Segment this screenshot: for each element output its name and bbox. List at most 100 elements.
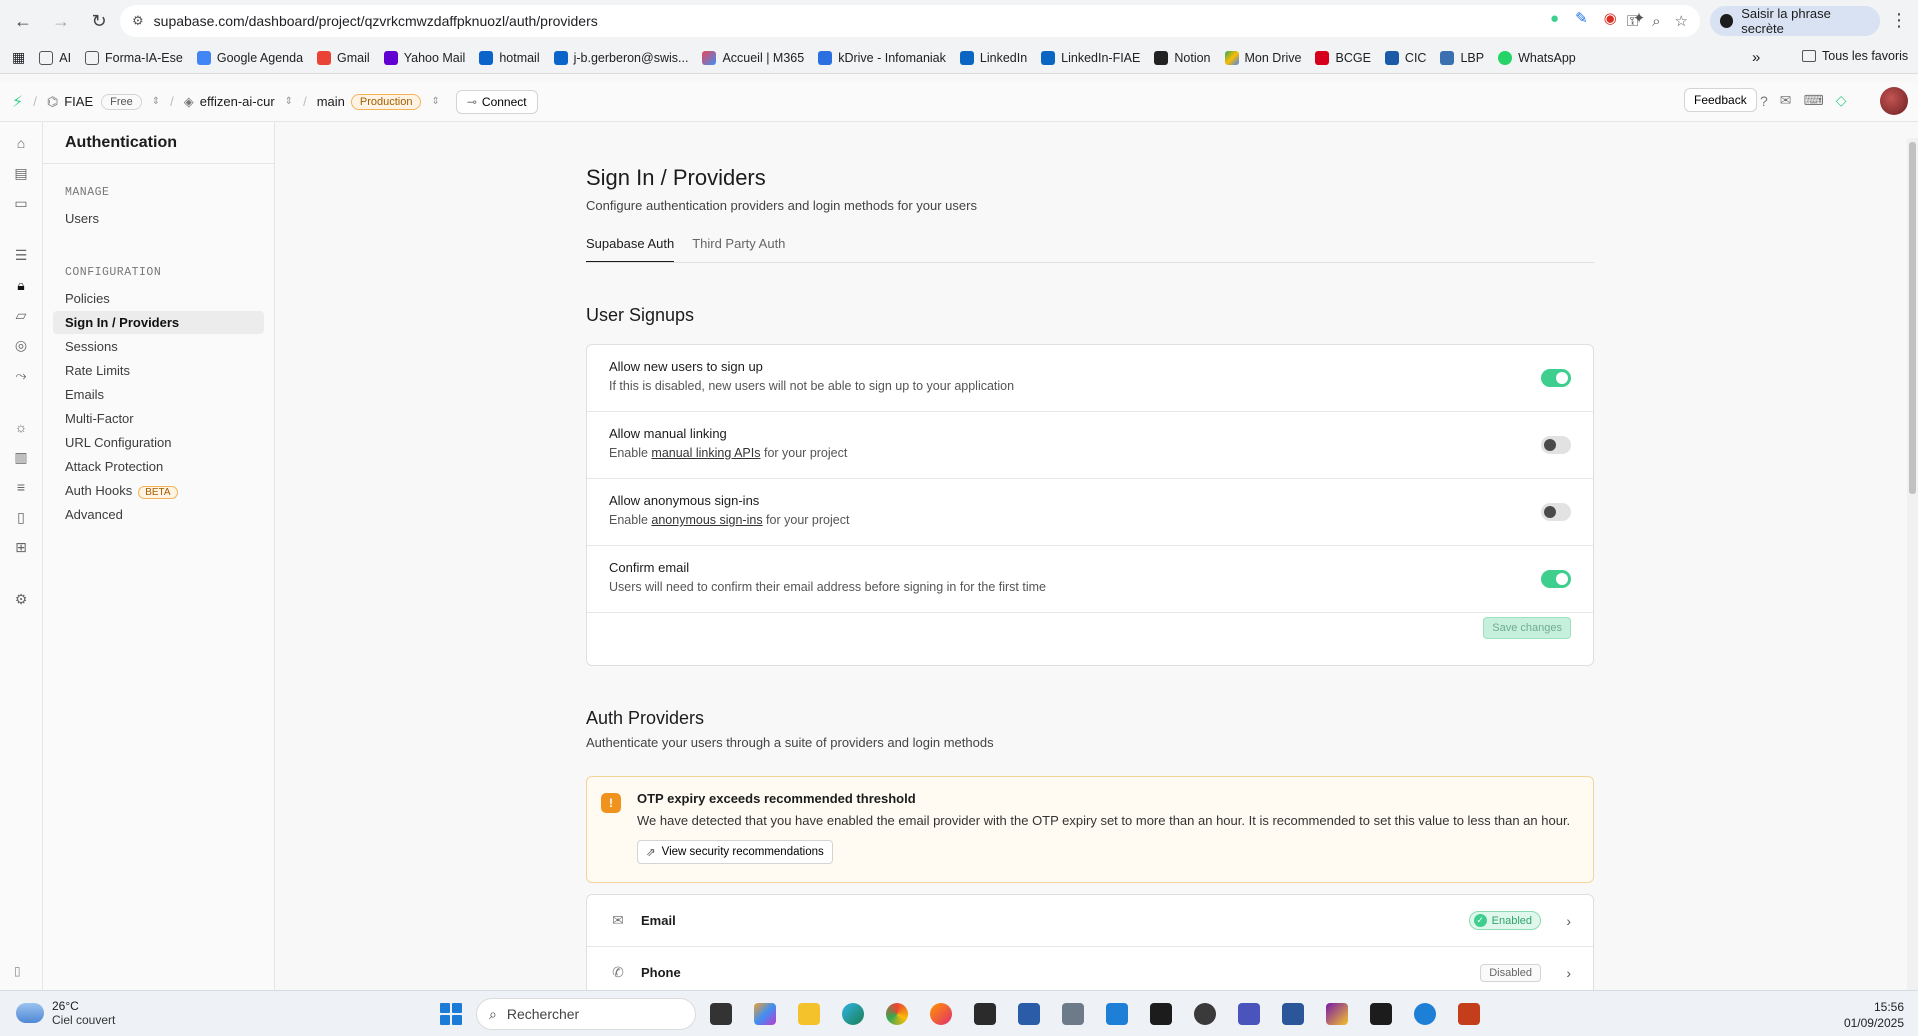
bookmark-item[interactable]: hotmail bbox=[479, 50, 540, 65]
onenote-icon[interactable] bbox=[1326, 1003, 1348, 1025]
bookmark-item[interactable]: Notion bbox=[1154, 50, 1211, 65]
bookmark-star-icon[interactable]: ☆ bbox=[1675, 12, 1688, 30]
sidebar-item-policies[interactable]: Policies bbox=[43, 287, 264, 310]
word-icon[interactable] bbox=[1282, 1003, 1304, 1025]
page-scrollbar[interactable] bbox=[1907, 138, 1918, 990]
manual-linking-toggle[interactable] bbox=[1541, 436, 1571, 454]
supabase-logo-icon[interactable]: ⚡ bbox=[12, 92, 23, 112]
settings-icon[interactable]: ⚙ bbox=[12, 590, 30, 608]
realtime-icon[interactable]: ⤳ bbox=[12, 366, 30, 384]
storage-icon[interactable]: ▱ bbox=[12, 306, 30, 324]
auth-icon[interactable]: 🔒︎ bbox=[12, 276, 30, 294]
firefox-icon[interactable] bbox=[930, 1003, 952, 1025]
more-bookmarks-icon[interactable]: » bbox=[1752, 49, 1760, 66]
assistant-icon[interactable]: ◇ bbox=[1836, 92, 1847, 109]
collapse-sidebar-icon[interactable]: ▯ bbox=[14, 964, 21, 978]
snipping-tool-icon[interactable] bbox=[1106, 1003, 1128, 1025]
inbox-icon[interactable]: ✉ bbox=[1780, 92, 1792, 109]
bookmark-item[interactable]: CIC bbox=[1384, 50, 1426, 65]
branch-switch-icon[interactable]: ⇕ bbox=[431, 96, 439, 107]
sidebar-item-rate-limits[interactable]: Rate Limits bbox=[43, 359, 264, 382]
url-text[interactable]: supabase.com/dashboard/project/qzvrkcmwz… bbox=[154, 13, 1627, 29]
task-view-icon[interactable] bbox=[710, 1003, 732, 1025]
allow-signup-toggle[interactable] bbox=[1541, 369, 1571, 387]
manual-linking-link[interactable]: manual linking APIs bbox=[651, 446, 760, 460]
extension-pen-icon[interactable]: ✎ bbox=[1575, 9, 1588, 27]
powershell-icon[interactable] bbox=[1018, 1003, 1040, 1025]
anonymous-signins-link[interactable]: anonymous sign-ins bbox=[651, 513, 762, 527]
bookmark-item[interactable]: Yahoo Mail bbox=[383, 50, 465, 65]
address-bar[interactable]: ⚙ supabase.com/dashboard/project/qzvrkcm… bbox=[120, 5, 1700, 37]
database-icon[interactable]: ☰ bbox=[12, 246, 30, 264]
bookmark-item[interactable]: Accueil | M365 bbox=[702, 50, 804, 65]
bookmark-item[interactable]: j-b.gerberon@swis... bbox=[553, 50, 688, 65]
project-name[interactable]: effizen-ai-cur bbox=[200, 94, 275, 109]
avatar[interactable] bbox=[1880, 87, 1908, 115]
sidebar-item-sign-in-providers[interactable]: Sign In / Providers bbox=[53, 311, 264, 334]
bookmark-item[interactable]: WhatsApp bbox=[1498, 50, 1576, 65]
bookmark-item[interactable]: Mon Drive bbox=[1224, 50, 1301, 65]
connect-button[interactable]: ⊸ Connect bbox=[455, 89, 538, 114]
terminal-icon[interactable]: ⌨ bbox=[1804, 92, 1824, 109]
sql-editor-icon[interactable]: ▭ bbox=[12, 194, 30, 212]
anonymous-signins-toggle[interactable] bbox=[1541, 503, 1571, 521]
terminal-app-icon[interactable] bbox=[974, 1003, 996, 1025]
sidebar-item-url-configuration[interactable]: URL Configuration bbox=[43, 431, 264, 454]
reload-icon[interactable]: ↻ bbox=[86, 8, 112, 34]
system-clock[interactable]: 15:56 01/09/2025 bbox=[1834, 999, 1904, 1031]
home-icon[interactable]: ⌂ bbox=[12, 134, 30, 152]
powerpoint-icon[interactable] bbox=[1458, 1003, 1480, 1025]
sidebar-item-advanced[interactable]: Advanced bbox=[43, 503, 264, 526]
sidebar-item-sessions[interactable]: Sessions bbox=[43, 335, 264, 358]
bookmark-item[interactable]: AI bbox=[39, 50, 71, 65]
extensions-puzzle-icon[interactable]: ✦ bbox=[1633, 9, 1646, 27]
tab-third-party-auth[interactable]: Third Party Auth bbox=[692, 234, 785, 262]
all-bookmarks-button[interactable]: Tous les favoris bbox=[1802, 49, 1908, 63]
bookmark-item[interactable]: LBP bbox=[1440, 50, 1484, 65]
weather-widget[interactable]: 26°C Ciel couvert bbox=[16, 999, 115, 1027]
bookmark-item[interactable]: LinkedIn bbox=[959, 50, 1027, 65]
bookmark-item[interactable]: Forma-IA-Ese bbox=[85, 50, 183, 65]
copilot-icon[interactable] bbox=[754, 1003, 776, 1025]
browser-menu-icon[interactable]: ⋮ bbox=[1890, 10, 1908, 31]
teams-icon[interactable] bbox=[1238, 1003, 1260, 1025]
back-icon[interactable]: ← bbox=[10, 8, 36, 34]
logs-icon[interactable]: ≡ bbox=[12, 478, 30, 496]
branch-name[interactable]: main bbox=[317, 94, 345, 109]
windows-start-icon[interactable] bbox=[440, 1003, 462, 1025]
sidebar-item-users[interactable]: Users bbox=[43, 207, 264, 230]
chevron-right-icon[interactable]: › bbox=[1566, 965, 1571, 981]
sidebar-item-auth-hooks[interactable]: Auth Hooks BETA bbox=[43, 479, 264, 502]
help-icon[interactable]: ? bbox=[1760, 92, 1768, 109]
file-explorer-icon[interactable] bbox=[798, 1003, 820, 1025]
org-switch-icon[interactable]: ⇕ bbox=[152, 96, 160, 107]
passphrase-button[interactable]: Saisir la phrase secrète bbox=[1710, 6, 1880, 36]
save-changes-button[interactable]: Save changes bbox=[1483, 617, 1571, 639]
api-docs-icon[interactable]: ▯ bbox=[12, 508, 30, 526]
extension-chrome-icon[interactable]: ◉ bbox=[1604, 9, 1617, 27]
bookmark-item[interactable]: kDrive - Infomaniak bbox=[818, 50, 946, 65]
org-name[interactable]: FIAE bbox=[64, 94, 93, 109]
taskbar-search[interactable]: ⌕ Rechercher bbox=[476, 998, 696, 1030]
edge-icon[interactable] bbox=[842, 1003, 864, 1025]
apps-grid-icon[interactable]: ▦ bbox=[12, 49, 25, 66]
project-switch-icon[interactable]: ⇕ bbox=[285, 96, 293, 107]
zoom-icon[interactable]: ⌕ bbox=[1652, 12, 1660, 30]
advisors-icon[interactable]: ☼ bbox=[12, 418, 30, 436]
reports-icon[interactable]: ▥ bbox=[12, 448, 30, 466]
scrollbar-thumb[interactable] bbox=[1909, 142, 1916, 494]
camera-icon[interactable] bbox=[1062, 1003, 1084, 1025]
provider-row-phone[interactable]: ✆ Phone Disabled › bbox=[587, 947, 1593, 990]
notion-app-icon[interactable] bbox=[1370, 1003, 1392, 1025]
site-settings-icon[interactable]: ⚙ bbox=[132, 13, 144, 29]
command-prompt-icon[interactable] bbox=[1150, 1003, 1172, 1025]
table-editor-icon[interactable]: ▤ bbox=[12, 164, 30, 182]
sidebar-item-multi-factor[interactable]: Multi-Factor bbox=[43, 407, 264, 430]
sidebar-item-emails[interactable]: Emails bbox=[43, 383, 264, 406]
feedback-button[interactable]: Feedback bbox=[1684, 88, 1757, 112]
sidebar-item-attack-protection[interactable]: Attack Protection bbox=[43, 455, 264, 478]
bookmark-item[interactable]: Gmail bbox=[317, 50, 370, 65]
forward-icon[interactable]: → bbox=[48, 8, 74, 34]
chrome-icon[interactable] bbox=[886, 1003, 908, 1025]
edge-functions-icon[interactable]: ◎ bbox=[12, 336, 30, 354]
